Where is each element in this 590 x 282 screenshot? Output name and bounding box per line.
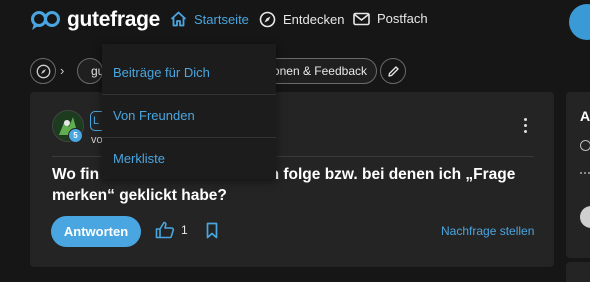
gutefrage-logo-icon — [31, 11, 60, 30]
sidebar-decoration — [580, 172, 590, 177]
follow-up-question-link[interactable]: Nachfrage stellen — [441, 224, 534, 238]
startseite-dropdown-menu: Beiträge für Dich Von Freunden Merkliste — [102, 44, 276, 179]
breadcrumb-chip-category-label: tionen & Feedback — [266, 64, 367, 78]
nav-entdecken-label: Entdecken — [283, 12, 345, 27]
like-button[interactable]: 1 — [155, 221, 188, 239]
user-level-badge: 5 — [68, 128, 83, 143]
mail-icon — [353, 12, 370, 25]
menu-item-von-freunden[interactable]: Von Freunden — [102, 94, 276, 136]
compass-icon — [259, 11, 276, 28]
sidebar-card: A — [566, 92, 590, 258]
breadcrumb-explore-button[interactable] — [30, 58, 56, 84]
menu-item-beitraege-fuer-dich[interactable]: Beiträge für Dich — [102, 51, 276, 93]
sidebar-heading: A — [580, 108, 590, 124]
nav-postfach[interactable]: Postfach — [353, 11, 428, 26]
pencil-icon — [387, 65, 399, 77]
top-bar: gutefrage Startseite Entdecken Postfach — [0, 0, 590, 44]
answer-button[interactable]: Antworten — [51, 216, 141, 247]
sidebar-avatar[interactable] — [580, 206, 590, 228]
nav-postfach-label: Postfach — [377, 11, 428, 26]
user-avatar-button[interactable] — [569, 4, 590, 40]
breadcrumb: › gu tionen & Feedback — [0, 56, 590, 86]
chevron-right-icon: › — [60, 63, 65, 78]
edit-topics-button[interactable] — [380, 58, 406, 84]
menu-item-merkliste[interactable]: Merkliste — [102, 137, 276, 179]
bookmark-icon — [206, 222, 218, 239]
nav-startseite-label: Startseite — [194, 11, 249, 27]
logo[interactable]: gutefrage — [31, 8, 160, 32]
info-icon[interactable] — [580, 140, 590, 151]
like-count: 1 — [181, 223, 188, 237]
logo-text: gutefrage — [67, 8, 160, 31]
more-options-icon[interactable] — [522, 118, 528, 133]
thumbs-up-icon — [155, 221, 175, 239]
nav-startseite[interactable]: Startseite — [170, 11, 249, 27]
home-icon — [170, 11, 187, 27]
bookmark-button[interactable] — [206, 222, 218, 244]
compass-icon — [36, 64, 50, 78]
breadcrumb-chip-topic[interactable]: gu — [77, 58, 103, 84]
nav-entdecken[interactable]: Entdecken — [259, 11, 344, 28]
sidebar-card-2 — [566, 262, 590, 282]
